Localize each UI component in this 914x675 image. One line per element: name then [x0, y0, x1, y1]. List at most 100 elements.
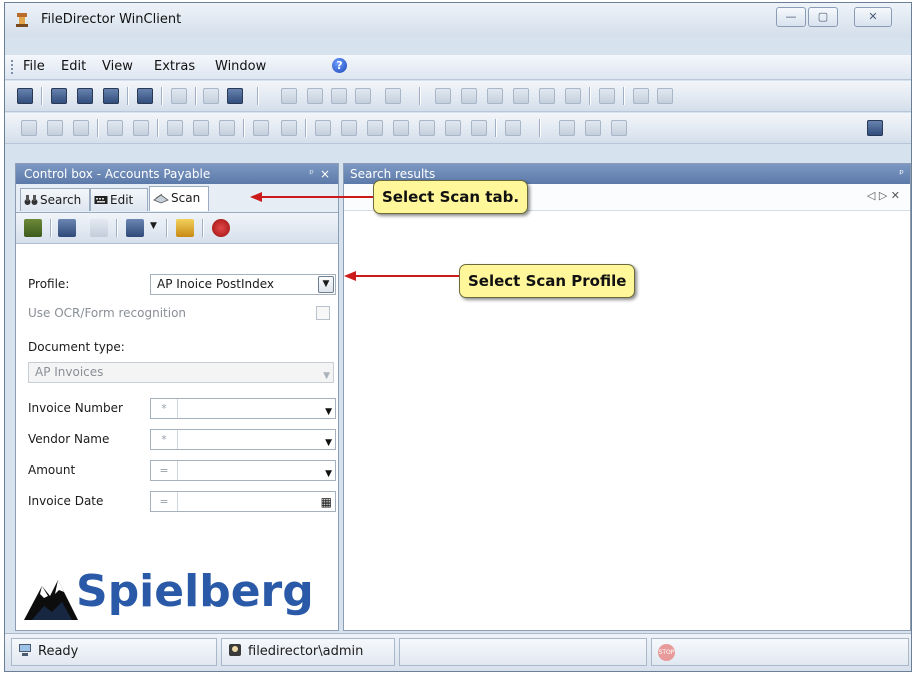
keyboard-icon [94, 196, 108, 204]
mail-send-icon [487, 88, 503, 104]
maximize-button[interactable]: ▢ [808, 7, 838, 27]
chevron-down-icon[interactable]: ▼ [318, 276, 334, 293]
scan-star-icon[interactable] [176, 219, 194, 237]
structure-add-icon [193, 120, 209, 136]
structure-icon [167, 120, 183, 136]
doctype-label: Document type: [28, 340, 125, 354]
scan-tab-arrowhead [250, 192, 262, 202]
mail-reply-icon [539, 88, 555, 104]
control-box-title: Control box - Accounts Payable [24, 167, 211, 181]
page-close-icon [73, 120, 89, 136]
menu-edit[interactable]: Edit [61, 59, 86, 74]
mail-open-icon [461, 88, 477, 104]
scan-import-icon[interactable] [58, 219, 76, 237]
amount-field[interactable]: = ▼ [150, 460, 336, 481]
doctype-select: AP Invoices ▼ [28, 362, 334, 383]
delete-icon [281, 88, 297, 104]
unlink-icon [133, 120, 149, 136]
scan-stop-icon[interactable] [212, 219, 230, 237]
pin-icon[interactable]: ᵖ [899, 164, 904, 184]
main-toolbar [5, 81, 911, 112]
control-box-panel: Control box - Accounts Payable ᵖ × Searc… [15, 163, 339, 631]
search-results-panel: Search results ᵖ ◁ ▷ ✕ [343, 163, 911, 631]
scan-page-icon[interactable] [126, 219, 144, 237]
vendor-name-label: Vendor Name [28, 432, 110, 446]
operator-select[interactable]: = [151, 492, 178, 511]
scan-tab-arrow [262, 196, 374, 198]
callout-scan-tab: Select Scan tab. [373, 180, 529, 214]
mountain-logo-icon [24, 580, 78, 620]
layout-icon [505, 120, 521, 136]
operator-select[interactable]: * [151, 399, 178, 418]
refresh-icon[interactable] [103, 88, 119, 104]
status-pane-stop: STOP [651, 638, 909, 666]
chevron-down-icon[interactable]: ▼ [325, 403, 332, 422]
properties-icon [385, 88, 401, 104]
status-text: Ready [38, 644, 79, 659]
profile-label: Profile: [28, 277, 70, 291]
mail-reply-all-icon [565, 88, 581, 104]
ocr-checkbox [316, 306, 330, 320]
merge-icon [471, 120, 487, 136]
scan-new-icon[interactable] [24, 219, 42, 237]
tab-edit[interactable]: Edit [90, 188, 148, 211]
app-icon [16, 13, 28, 27]
minimize-button[interactable]: — [776, 7, 806, 27]
chevron-down-icon[interactable]: ▼ [325, 465, 332, 484]
menubar-grip[interactable] [11, 60, 15, 74]
clipboard-icon [633, 88, 649, 104]
menu-view[interactable]: View [102, 59, 133, 74]
operator-select[interactable]: * [151, 430, 178, 449]
split-icon [445, 120, 461, 136]
view-icon [559, 120, 575, 136]
invoice-date-label: Invoice Date [28, 494, 104, 508]
operator-select[interactable]: = [151, 461, 178, 480]
control-box-header: Control box - Accounts Payable ᵖ × [16, 164, 338, 184]
word-icon[interactable] [227, 88, 243, 104]
menu-window[interactable]: Window [215, 59, 266, 74]
invoice-number-field[interactable]: * ▼ [150, 398, 336, 419]
invoice-date-field[interactable]: = ▦ [150, 491, 336, 512]
annotate-icon [253, 120, 269, 136]
archive-icon[interactable] [17, 88, 33, 104]
status-pane: Ready [11, 638, 217, 666]
document-icon[interactable] [137, 88, 153, 104]
doctype-value: AP Invoices [35, 365, 104, 379]
scan-profile-arrow [356, 275, 460, 277]
close-panel-icon[interactable]: × [320, 164, 330, 184]
scan-profile-arrowhead [344, 271, 356, 281]
scanner-icon [153, 193, 169, 204]
calendar-icon[interactable]: ▦ [321, 493, 332, 512]
close-button[interactable]: ✕ [854, 7, 892, 27]
table-icon [341, 120, 357, 136]
computer-icon [19, 644, 31, 656]
scan-page-dropdown-icon[interactable]: ▼ [150, 221, 157, 231]
search-results-title: Search results [350, 167, 436, 181]
menu-extras[interactable]: Extras [154, 59, 195, 74]
copy-icon [331, 88, 347, 104]
columns-icon [367, 120, 383, 136]
tab-navigation[interactable]: ◁ ▷ ✕ [867, 189, 900, 202]
tab-scan[interactable]: Scan [149, 186, 209, 211]
vendor-name-field[interactable]: * ▼ [150, 429, 336, 450]
stop-icon[interactable]: STOP [658, 644, 675, 661]
status-bar: Ready filedirector\admin STOP [5, 633, 911, 671]
menu-file[interactable]: File [23, 59, 45, 74]
paste-icon [355, 88, 371, 104]
user-pane: filedirector\admin [221, 638, 395, 666]
page-next-icon [47, 120, 63, 136]
columns-add-icon [393, 120, 409, 136]
profile-select[interactable]: AP Inoice PostIndex ▼ [150, 274, 336, 295]
pin-icon[interactable]: ᵖ [309, 164, 314, 184]
user-switch-icon[interactable] [867, 120, 883, 136]
chevron-down-icon[interactable]: ▼ [325, 434, 332, 453]
help-icon[interactable]: ? [332, 58, 347, 73]
status-pane-empty [399, 638, 647, 666]
grid-icon [315, 120, 331, 136]
note-icon [281, 120, 297, 136]
control-box-tabs: Search Edit Scan [16, 184, 338, 213]
database-icon[interactable] [77, 88, 93, 104]
fields-icon [419, 120, 435, 136]
tab-search[interactable]: Search [20, 188, 90, 211]
open-folder-icon[interactable] [51, 88, 67, 104]
